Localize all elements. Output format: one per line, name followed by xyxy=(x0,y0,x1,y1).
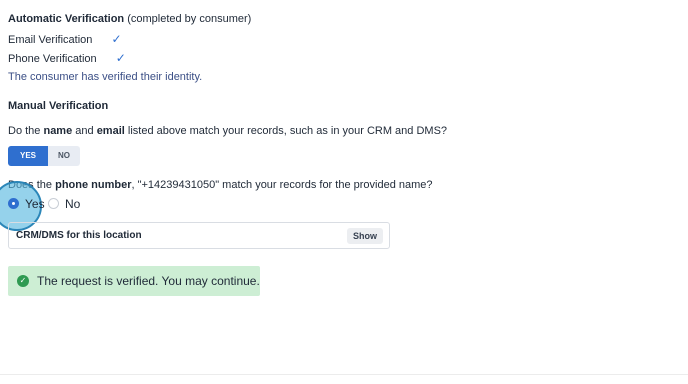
crm-dms-panel: CRM/DMS for this location Show xyxy=(8,222,390,249)
phone-question: Does the phone number, "+14239431050" ma… xyxy=(8,178,433,192)
radio-yes[interactable] xyxy=(8,198,19,209)
name-email-question: Do the name and email listed above match… xyxy=(8,124,447,138)
check-icon: ✓ xyxy=(115,51,126,65)
auto-verification-heading: Automatic Verification (completed by con… xyxy=(8,12,251,26)
q2-suffix: , "+14239431050" match your records for … xyxy=(131,179,433,191)
check-icon: ✓ xyxy=(111,32,122,46)
radio-no-label[interactable]: No xyxy=(65,196,80,212)
q1-mid: and xyxy=(72,125,97,137)
q2-phone: phone number xyxy=(55,179,132,191)
divider xyxy=(0,374,688,375)
show-button[interactable]: Show xyxy=(347,228,383,244)
success-alert-text: The request is verified. You may continu… xyxy=(37,274,260,288)
name-email-match-toggle: YES NO xyxy=(8,146,80,166)
q1-email: email xyxy=(96,125,125,137)
email-verification-label: Email Verification xyxy=(8,34,93,46)
success-alert: ✓ The request is verified. You may conti… xyxy=(8,266,260,296)
crm-dms-title: CRM/DMS for this location xyxy=(16,230,142,241)
email-verification-row: Email Verification ✓ xyxy=(8,32,122,47)
verification-status: The consumer has verified their identity… xyxy=(8,71,203,83)
phone-match-radio-group: Yes No xyxy=(8,196,108,212)
q1-prefix: Do the xyxy=(8,125,44,137)
phone-verification-label: Phone Verification xyxy=(8,53,97,65)
radio-yes-label[interactable]: Yes xyxy=(25,196,45,212)
q1-suffix: listed above match your records, such as… xyxy=(124,125,448,137)
radio-no[interactable] xyxy=(48,198,59,209)
check-circle-icon: ✓ xyxy=(17,275,29,287)
auto-verification-title: Automatic Verification xyxy=(8,13,125,25)
manual-verification-title: Manual Verification xyxy=(8,100,109,112)
auto-verification-note: (completed by consumer) xyxy=(127,13,252,25)
toggle-no-button[interactable]: NO xyxy=(48,146,80,166)
q1-name: name xyxy=(43,125,73,137)
toggle-yes-button[interactable]: YES xyxy=(8,146,48,166)
phone-verification-row: Phone Verification ✓ xyxy=(8,51,126,66)
